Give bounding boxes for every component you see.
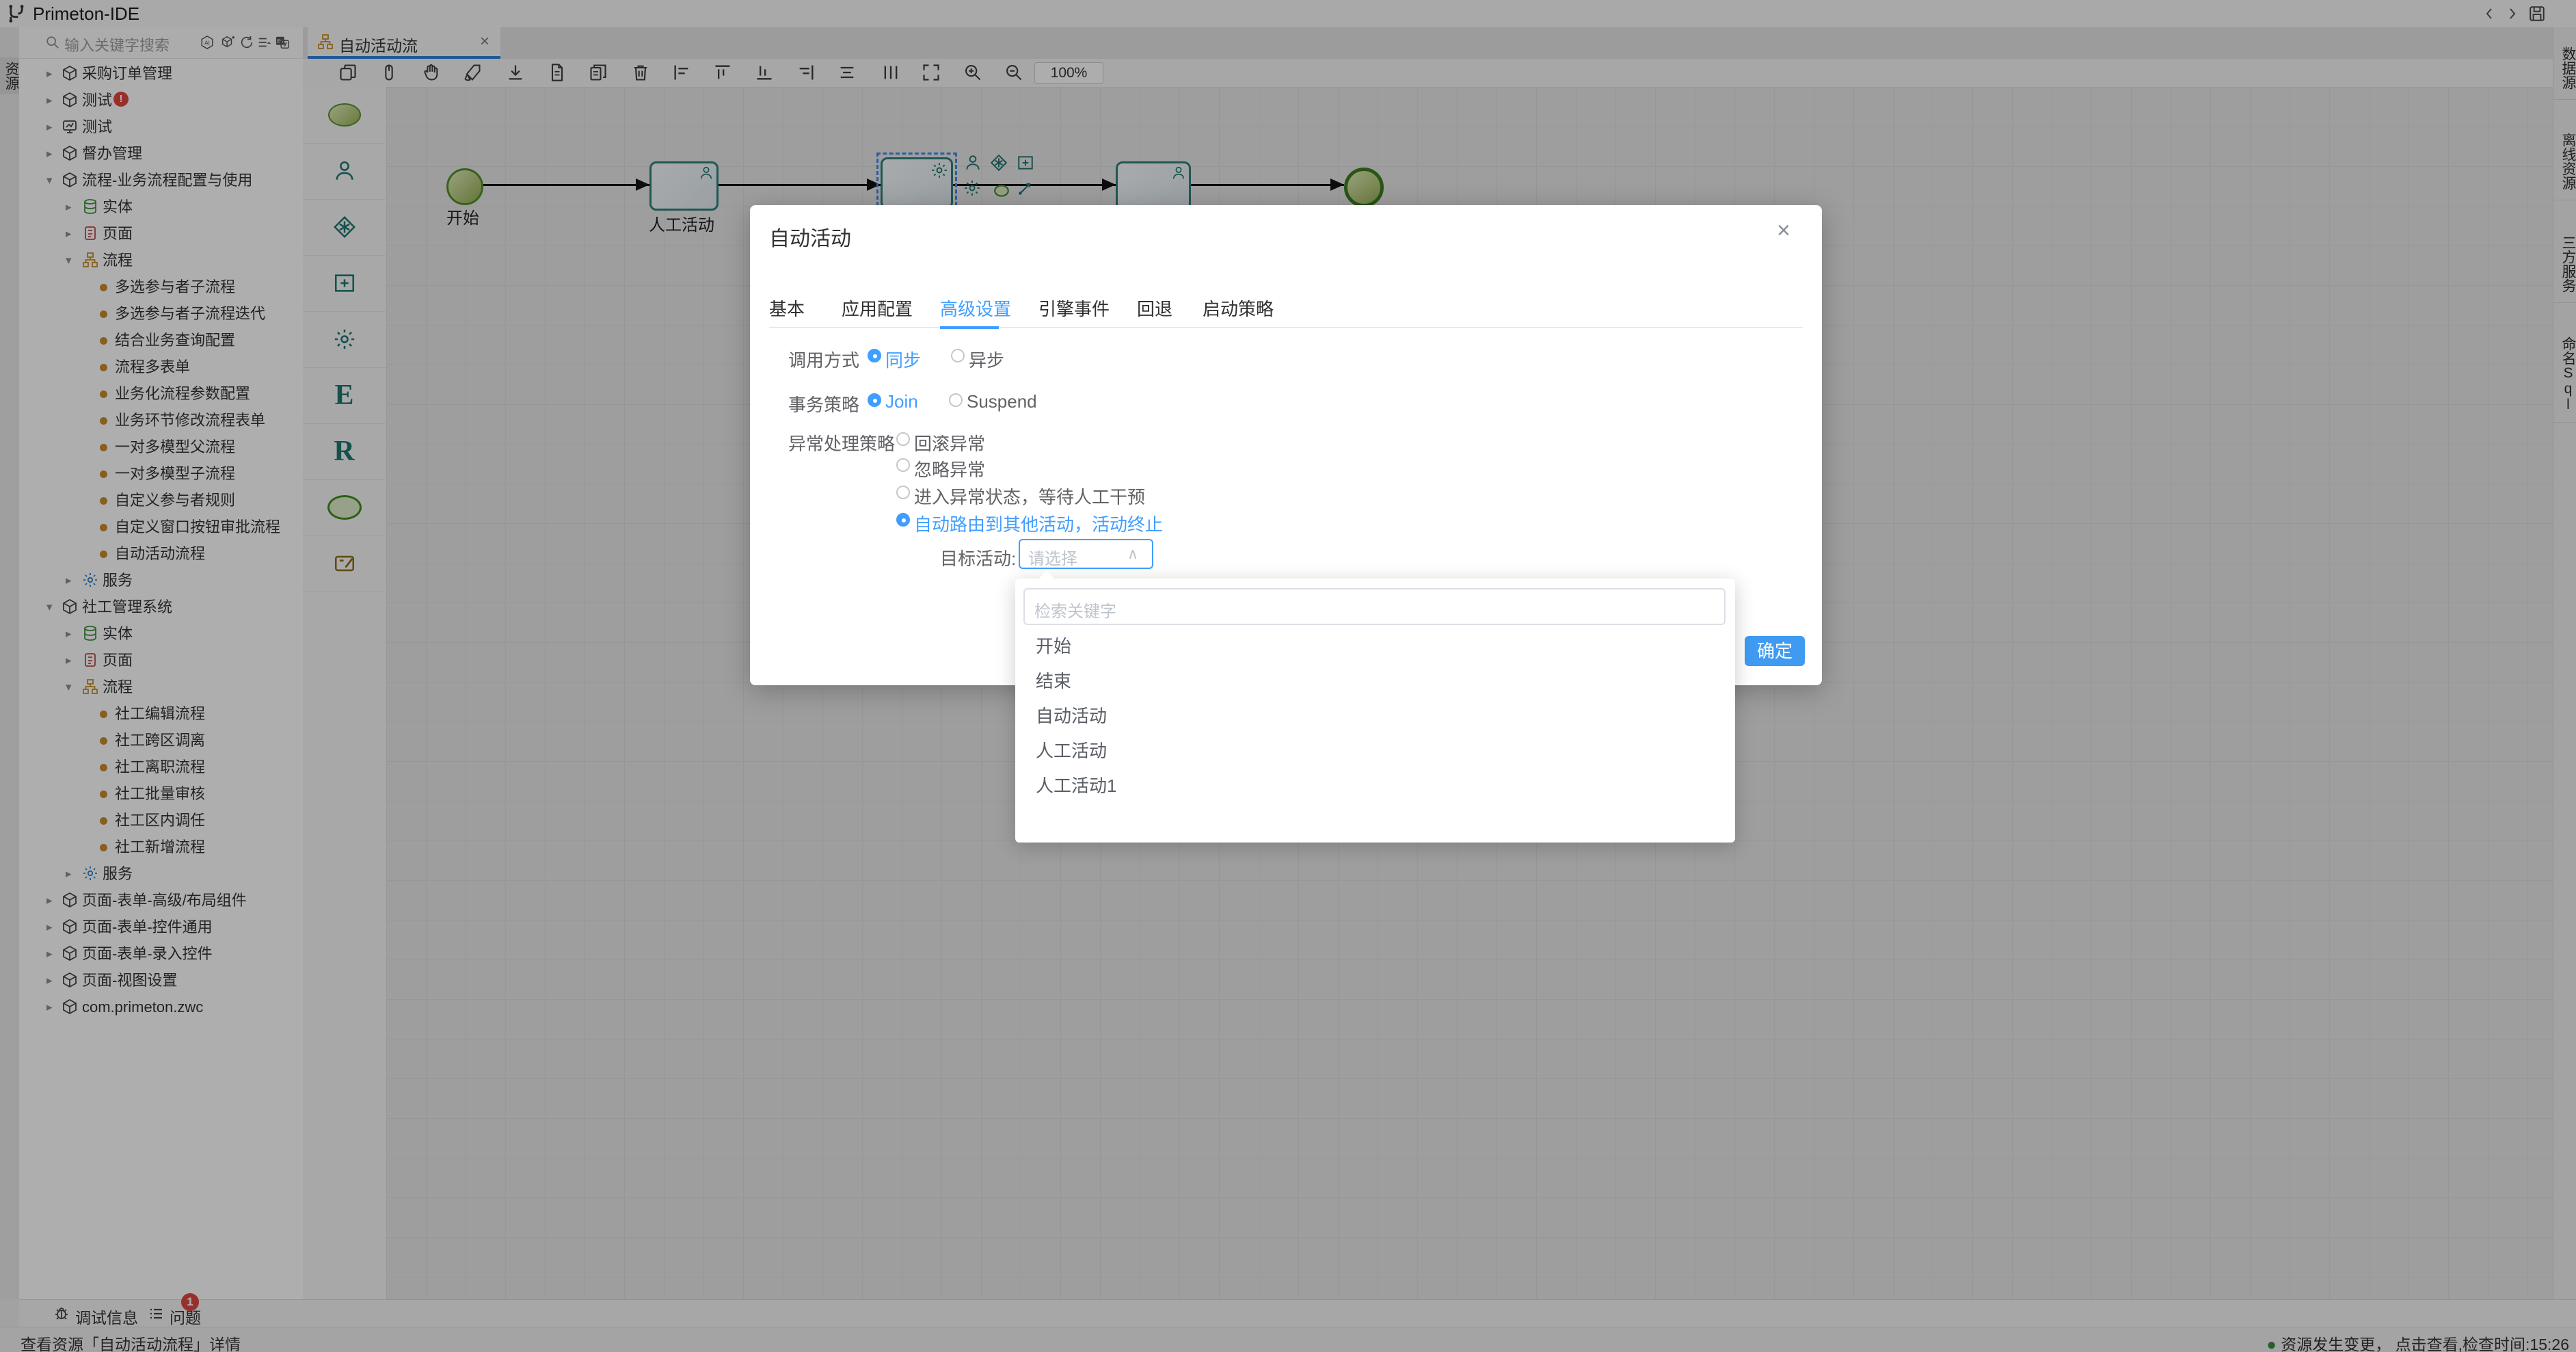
target-activity-dropdown: 检索关键字 开始结束自动活动人工活动人工活动1: [1015, 579, 1735, 843]
select-placeholder: 请选择: [1028, 545, 1077, 569]
radio-label: 同步: [885, 347, 921, 372]
radio-label: 进入异常状态，等待人工干预: [914, 483, 1145, 509]
dropdown-option[interactable]: 结束: [1015, 664, 1735, 699]
dialog-tab-5[interactable]: 回退: [1137, 295, 1172, 321]
chevron-up-icon: ∧: [1127, 545, 1138, 563]
confirm-button[interactable]: 确定: [1745, 636, 1805, 666]
dropdown-option[interactable]: 人工活动1: [1015, 769, 1735, 804]
dialog-close-icon[interactable]: ×: [1777, 219, 1790, 242]
dropdown-search-placeholder: 检索关键字: [1034, 598, 1116, 622]
dropdown-option[interactable]: 自动活动: [1015, 699, 1735, 734]
radio-忽略异常[interactable]: [896, 458, 910, 472]
dialog-title: 自动活动: [769, 222, 851, 252]
radio-label: 忽略异常: [914, 456, 985, 481]
primeton-ide-window: Primeton-IDE 资源 输入关键字搜索 ▸采购订单管理▸测试!▸测试▸督…: [0, 0, 2576, 1352]
radio-label: 回滚异常: [914, 430, 985, 455]
tx-policy-label: 事务策略: [788, 391, 859, 416]
dropdown-option[interactable]: 人工活动: [1015, 734, 1735, 769]
active-tab-underline: [940, 326, 999, 329]
dialog-tab-3[interactable]: 高级设置: [940, 295, 1011, 321]
exception-policy-label: 异常处理策略: [788, 430, 895, 455]
radio-异步[interactable]: [951, 349, 965, 362]
dialog-tab-2[interactable]: 应用配置: [842, 295, 913, 321]
radio-进入异常状态，等待人工干预[interactable]: [896, 486, 910, 499]
radio-label: Suspend: [967, 391, 1037, 412]
dropdown-option[interactable]: 开始: [1015, 629, 1735, 664]
dialog-tab-1[interactable]: 基本: [769, 295, 805, 321]
radio-回滚异常[interactable]: [896, 432, 910, 446]
call-mode-label: 调用方式: [788, 347, 859, 372]
radio-同步[interactable]: [868, 349, 881, 362]
target-activity-label: 目标活动:: [940, 545, 1016, 570]
radio-label: Join: [885, 391, 918, 412]
radio-Join[interactable]: [868, 393, 881, 407]
radio-label: 异步: [969, 347, 1004, 372]
radio-自动路由到其他活动，活动终止[interactable]: [896, 513, 910, 527]
dropdown-search-input[interactable]: [1023, 588, 1726, 625]
tabs-divider: [769, 327, 1803, 328]
dialog-tab-4[interactable]: 引擎事件: [1038, 295, 1110, 321]
dialog-tab-6[interactable]: 启动策略: [1203, 295, 1274, 321]
radio-label: 自动路由到其他活动，活动终止: [914, 511, 1163, 536]
radio-Suspend[interactable]: [949, 393, 963, 407]
